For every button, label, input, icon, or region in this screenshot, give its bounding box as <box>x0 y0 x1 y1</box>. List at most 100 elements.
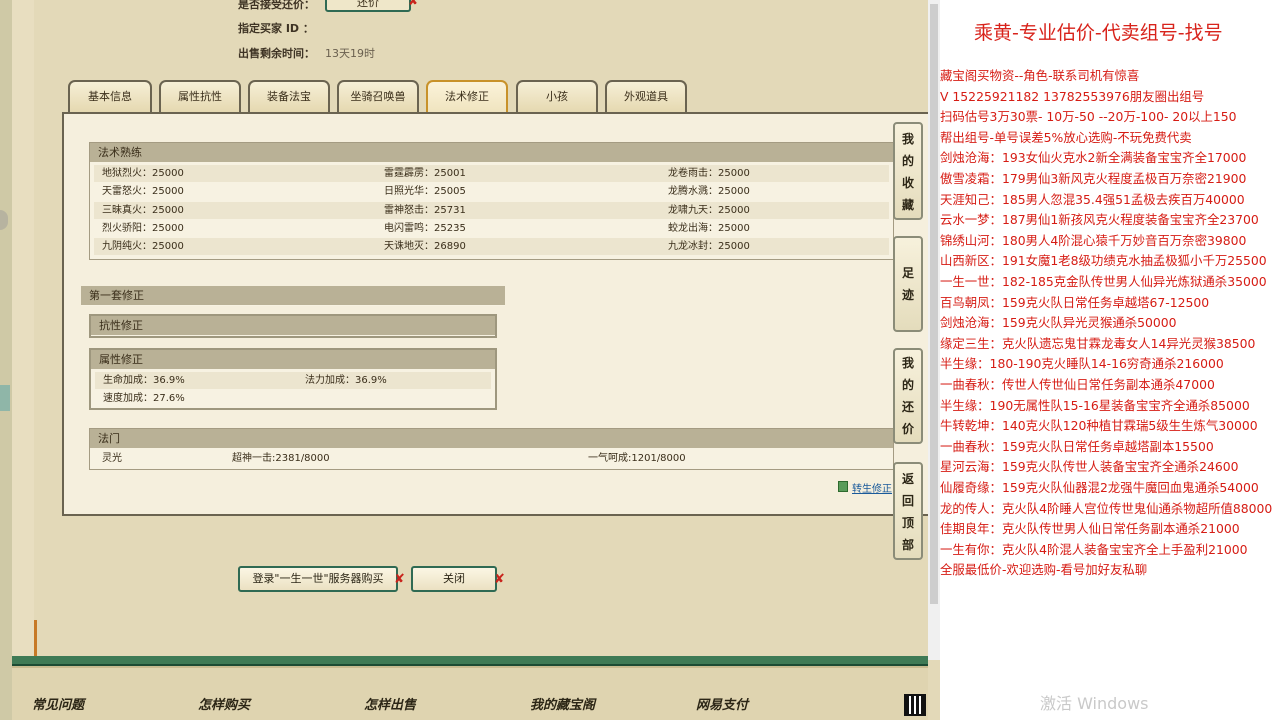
section-title: 法术熟练 <box>90 143 893 162</box>
my-favorites-button[interactable]: 我的收藏 <box>893 122 923 220</box>
accept-counter-label: 是否接受还价： <box>238 0 315 11</box>
resist-correction-section: 抗性修正 <box>89 314 497 338</box>
attribute-correction-section: 属性修正 生命加成：36.9% 法力加成：36.9% 速度加成：27.6% <box>89 348 497 410</box>
game-window: 是否接受还价： 还价 ✘ 指定买家 ID ： 出售剩余时间： 13天19时 基本… <box>0 0 940 720</box>
fameng-cell: 超神一击:2381/8000 <box>232 453 330 464</box>
windows-activation-watermark: 激活 Windows <box>1040 694 1149 713</box>
qr-code-icon <box>904 694 926 716</box>
skill-cell: 龙腾水溅：25000 <box>668 186 750 197</box>
tab-appearance[interactable]: 外观道具 <box>605 80 687 114</box>
correction-set-section: 第一套修正 <box>81 286 505 306</box>
skill-training-section: 法术熟练 地狱烈火：25000 雷霆霹雳：25001 龙卷雨击：25000 天雷… <box>89 142 894 260</box>
fameng-section: 法门 灵光 超神一击:2381/8000 一气呵成:1201/8000 <box>89 428 894 470</box>
back-to-top-button[interactable]: 返回顶部 <box>893 462 923 560</box>
skill-cell: 龙卷雨击：25000 <box>668 168 750 179</box>
ad-title: 乘黄-专业估价-代卖组号-找号 <box>974 22 1223 44</box>
my-counter-offers-button[interactable]: 我的还价 <box>893 348 923 444</box>
close-button[interactable]: 关闭 <box>411 566 497 592</box>
side-button-label: 我的还价 <box>901 356 914 436</box>
skill-cell: 三昧真火：25000 <box>102 205 184 216</box>
skill-cell: 九龙冰封：25000 <box>668 241 750 252</box>
section-title: 法门 <box>90 429 893 448</box>
skill-cell: 地狱烈火：25000 <box>102 168 184 179</box>
time-left-label: 出售剩余时间： <box>238 47 315 60</box>
skill-cell: 天雷怒火：25000 <box>102 186 184 197</box>
tab-mounts-pets[interactable]: 坐骑召唤兽 <box>337 80 419 114</box>
side-button-label: 足迹 <box>901 266 914 302</box>
table-row: 烈火骄阳：25000 电闪雷鸣：25235 蛟龙出海：25000 <box>94 220 889 237</box>
ad-line: 缘定三生：克火队遗忘鬼甘霖龙毒女人14异光灵猴38500 <box>940 335 1256 351</box>
attr-cell: 生命加成：36.9% <box>103 375 185 386</box>
skill-cell: 蛟龙出海：25000 <box>668 223 750 234</box>
ad-line: 仙履奇缘：159克火队仙器混2龙强牛魔回血鬼通杀54000 <box>940 480 1259 495</box>
close-x-icon[interactable]: ✘ <box>394 572 405 587</box>
side-button-label: 返回顶部 <box>901 472 914 552</box>
table-row: 九阴纯火：25000 天诛地灭：26890 九龙冰封：25000 <box>94 238 889 255</box>
section-title: 第一套修正 <box>81 286 505 305</box>
ad-line: V 15225921182 13782553976朋友圈出组号 <box>940 88 1205 104</box>
skill-cell: 日照光华：25005 <box>384 186 466 197</box>
attr-cell: 法力加成：36.9% <box>305 375 387 386</box>
ad-line: 一生有你：克火队4阶混人装备宝宝齐全上手盈利21000 <box>940 541 1248 557</box>
fameng-cell: 灵光 <box>102 453 122 464</box>
side-button-label: 我的收藏 <box>901 132 914 212</box>
table-row: 天雷怒火：25000 日照光华：25005 龙腾水溅：25000 <box>94 183 889 200</box>
ad-line: 剑烛沧海：159克火队异光灵猴通杀50000 <box>940 315 1177 331</box>
spell-correction-panel: 法术熟练 地狱烈火：25000 雷霆霹雳：25001 龙卷雨击：25000 天雷… <box>62 112 932 516</box>
tab-spell-correction[interactable]: 法术修正 <box>426 80 508 114</box>
ad-line: 一曲春秋：159克火队日常任务卓越塔副本15500 <box>940 438 1214 454</box>
ad-line: 百鸟朝凤：159克火队日常任务卓越塔67-12500 <box>940 294 1210 310</box>
ad-line: 牛转乾坤：140克火队120种植甘霖瑞5级生生炼气30000 <box>940 418 1258 434</box>
left-margin <box>12 0 34 720</box>
footprint-button[interactable]: 足迹 <box>893 236 923 332</box>
table-row: 灵光 超神一击:2381/8000 一气呵成:1201/8000 <box>94 450 889 467</box>
ad-line: 帮出组号-单号误差5%放心选购-不玩免费代卖 <box>940 129 1192 145</box>
close-x-icon[interactable]: ✘ <box>494 572 505 587</box>
fameng-cell: 一气呵成:1201/8000 <box>588 453 686 464</box>
skill-cell: 雷神怒击：25731 <box>384 205 466 216</box>
tab-child[interactable]: 小孩 <box>516 80 598 114</box>
ad-line: 藏宝阁买物资--角色-联系司机有惊喜 <box>940 68 1140 83</box>
ad-line: 扫码估号3万30票- 10万-50 --20万-100- 20以上150 <box>940 109 1237 125</box>
ad-line: 佳期良年：克火队传世男人仙日常任务副本通杀21000 <box>940 521 1240 537</box>
ad-line: 山西新区：191女魔1老8级功绩克水抽孟极狐小千万25500 <box>940 253 1267 269</box>
table-row: 三昧真火：25000 雷神怒击：25731 龙啸九天：25000 <box>94 202 889 219</box>
ad-line: 一生一世：182-185克金队传世男人仙异光炼狱通杀35000 <box>940 274 1267 289</box>
footer-link-faq[interactable]: 常见问题 <box>32 694 84 713</box>
ad-line: 半生缘：180-190克火睡队14-16穷奇通杀216000 <box>940 356 1224 372</box>
left-border <box>0 0 12 720</box>
table-row: 速度加成：27.6% <box>95 390 491 407</box>
tab-attributes[interactable]: 属性抗性 <box>159 80 241 114</box>
ad-line: 龙的传人：克火队4阶睡人宫位传世鬼仙通杀物超所值88000 <box>940 500 1273 516</box>
login-buy-button[interactable]: 登录"一生一世"服务器购买 <box>238 566 398 592</box>
skill-cell: 九阴纯火：25000 <box>102 241 184 252</box>
table-row: 地狱烈火：25000 雷霆霹雳：25001 龙卷雨击：25000 <box>94 165 889 182</box>
ad-line: 全服最低价-欢迎选购-看号加好友私聊 <box>940 562 1148 578</box>
footer-link-netease-pay[interactable]: 网易支付 <box>696 694 748 713</box>
close-x-icon[interactable]: ✘ <box>408 0 419 9</box>
tab-equipment[interactable]: 装备法宝 <box>248 80 330 114</box>
footer-bar <box>12 666 928 720</box>
ad-line: 剑烛沧海：193女仙火克水2新全满装备宝宝齐全17000 <box>940 150 1247 166</box>
ad-line: 一曲春秋：传世人传世仙日常任务副本通杀47000 <box>940 377 1215 392</box>
scrollbar-thumb[interactable] <box>930 4 938 604</box>
rebirth-correction-link[interactable]: 转生修正 <box>852 480 892 495</box>
attr-cell: 速度加成：27.6% <box>103 393 185 404</box>
vertical-scrollbar[interactable] <box>928 0 940 660</box>
buyer-id-label: 指定买家 ID ： <box>238 22 314 35</box>
table-row: 生命加成：36.9% 法力加成：36.9% <box>95 372 491 389</box>
skill-cell: 雷霆霹雳：25001 <box>384 168 466 179</box>
footer-link-how-to-sell[interactable]: 怎样出售 <box>364 694 416 713</box>
tab-basic-info[interactable]: 基本信息 <box>68 80 152 114</box>
ad-line: 天涯知己：185男人忽混35.4强51孟极去疾百万40000 <box>940 191 1245 207</box>
stream-ad-panel: 乘黄-专业估价-代卖组号-找号 藏宝阁买物资--角色-联系司机有惊喜 V 1522… <box>940 0 1280 720</box>
ad-line: 锦绣山河：180男人4阶混心猿千万妙音百万奈密39800 <box>940 232 1247 248</box>
footer-link-my-treasure[interactable]: 我的藏宝阁 <box>530 694 595 713</box>
counter-offer-button[interactable]: 还价 <box>325 0 411 12</box>
ad-line: 半生缘：190无属性队15-16星装备宝宝齐全通杀85000 <box>940 397 1250 413</box>
ad-line: 傲雪凌霜：179男仙3新风克火程度孟极百万奈密21900 <box>940 171 1247 186</box>
edge-widget[interactable] <box>0 385 10 411</box>
footer-link-how-to-buy[interactable]: 怎样购买 <box>198 694 250 713</box>
ad-line: 云水一梦：187男仙1新孩风克火程度装备宝宝齐全23700 <box>940 212 1259 228</box>
time-left-value: 13天19时 <box>325 47 375 60</box>
